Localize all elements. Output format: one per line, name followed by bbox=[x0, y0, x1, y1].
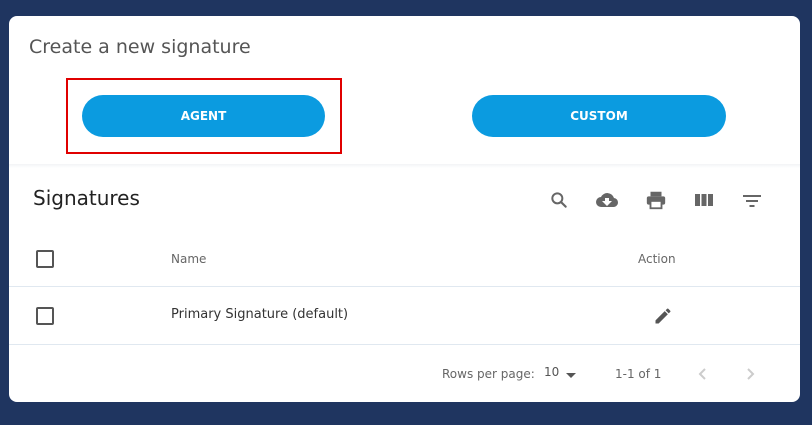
signature-panel: Create a new signature AGENT CUSTOM Sign… bbox=[9, 16, 800, 402]
filter-list-icon[interactable] bbox=[740, 188, 764, 212]
signatures-title: Signatures bbox=[33, 186, 140, 210]
rows-per-page-label: Rows per page: bbox=[442, 367, 535, 381]
select-all-checkbox[interactable] bbox=[36, 250, 54, 268]
row-divider bbox=[9, 344, 800, 345]
cloud-download-icon[interactable] bbox=[595, 188, 619, 212]
view-column-icon[interactable] bbox=[692, 188, 716, 212]
edit-icon[interactable] bbox=[652, 305, 674, 327]
column-header-action: Action bbox=[638, 252, 676, 266]
custom-button[interactable]: CUSTOM bbox=[472, 95, 726, 137]
create-signature-title: Create a new signature bbox=[29, 36, 251, 58]
row-checkbox[interactable] bbox=[36, 307, 54, 325]
search-icon[interactable] bbox=[547, 188, 571, 212]
signature-name: Primary Signature (default) bbox=[171, 307, 349, 322]
column-header-name[interactable]: Name bbox=[171, 252, 206, 266]
chevron-down-icon[interactable] bbox=[566, 373, 576, 378]
next-page-button[interactable] bbox=[740, 364, 760, 384]
print-icon[interactable] bbox=[644, 188, 668, 212]
section-divider bbox=[9, 164, 800, 168]
pagination-range: 1-1 of 1 bbox=[615, 367, 662, 381]
previous-page-button[interactable] bbox=[693, 364, 713, 384]
row-divider bbox=[9, 286, 800, 287]
highlight-box bbox=[66, 78, 342, 154]
rows-per-page-select[interactable]: 10 bbox=[544, 365, 559, 379]
